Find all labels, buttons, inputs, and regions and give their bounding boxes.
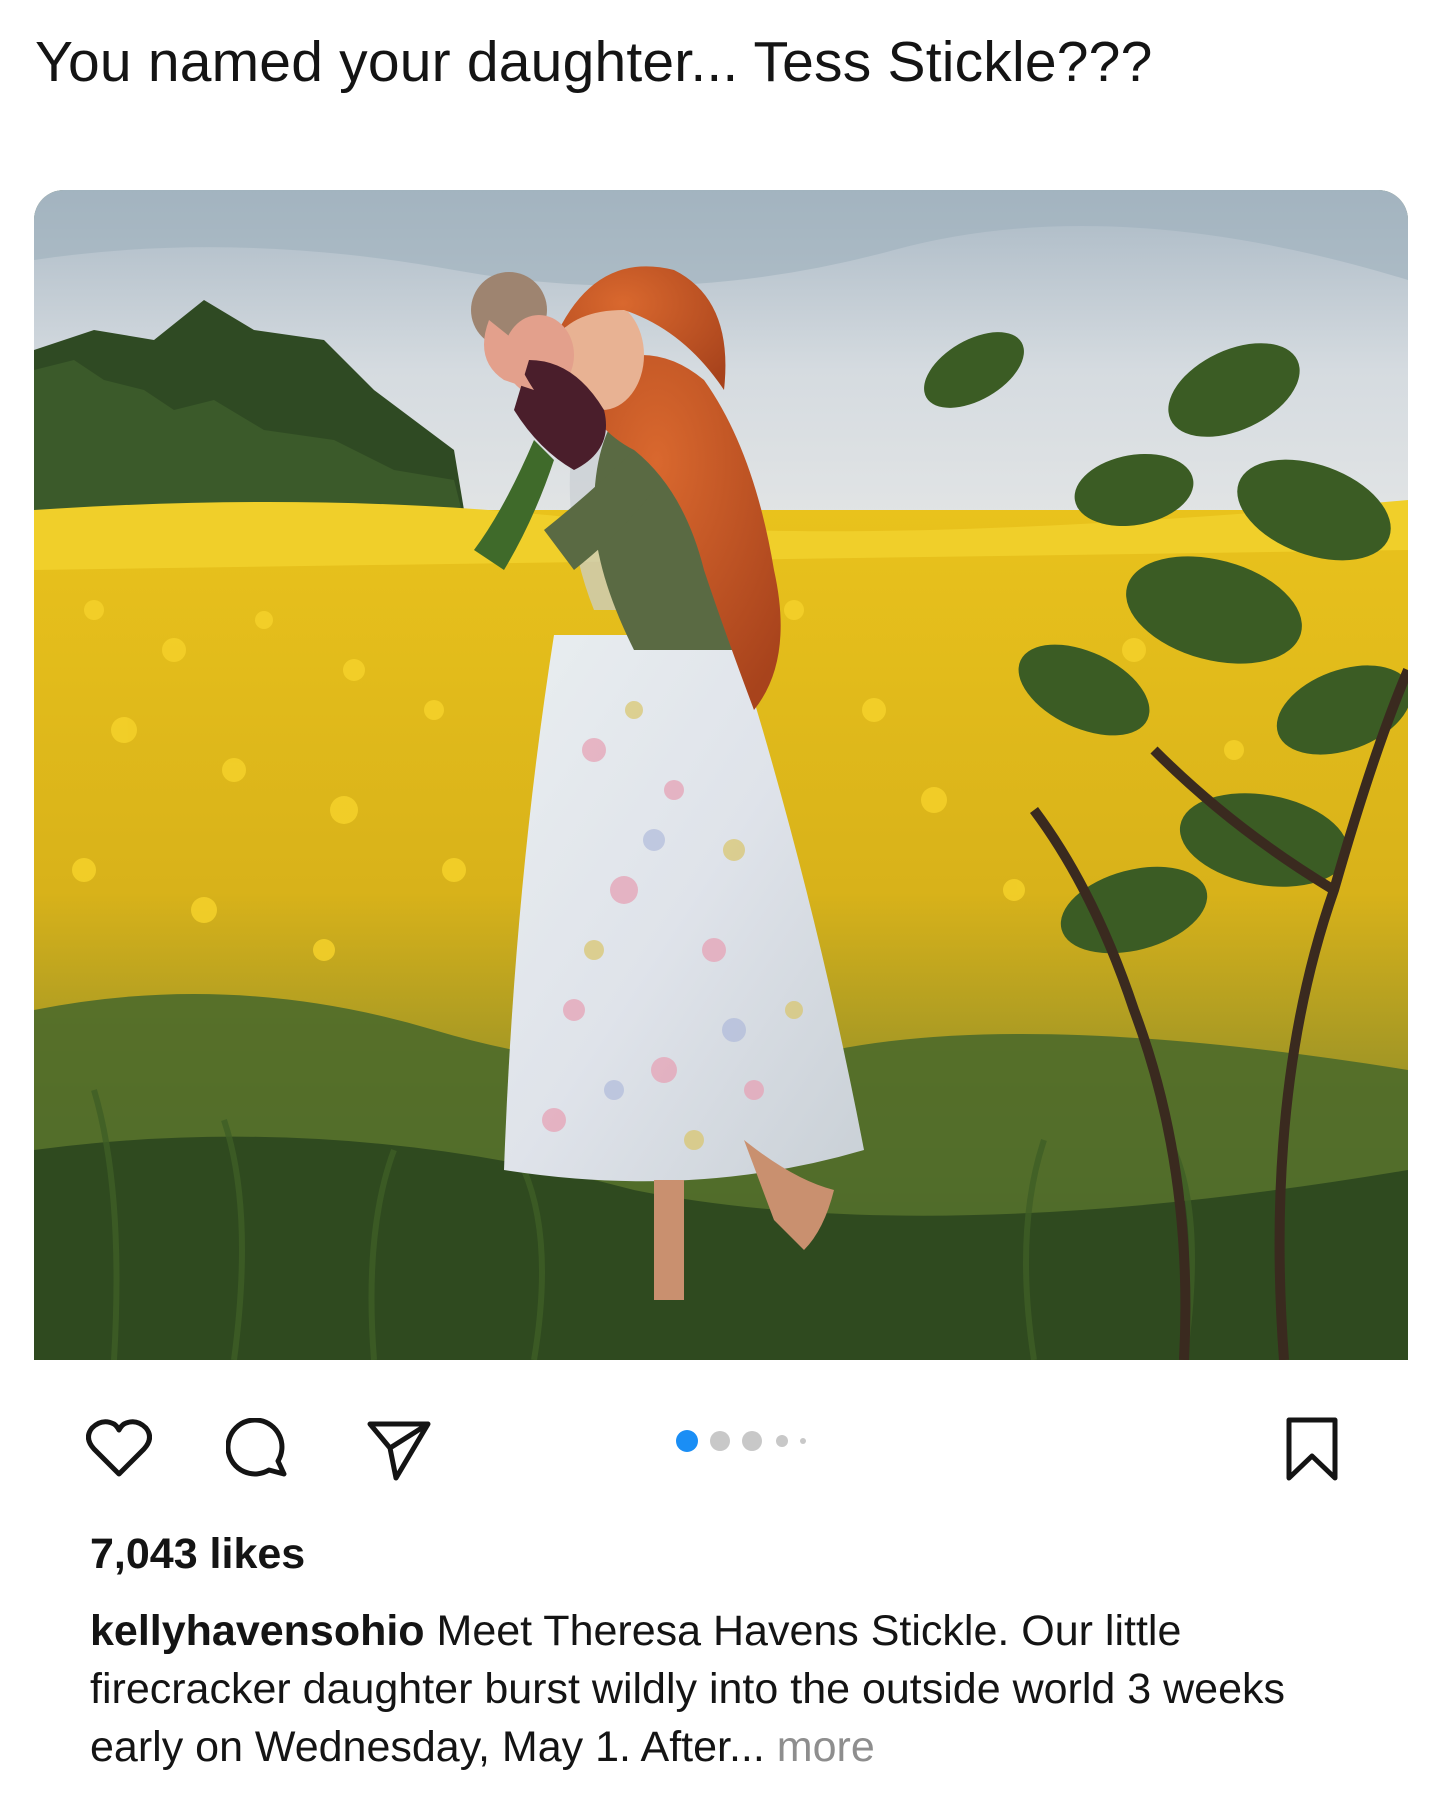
carousel-dot xyxy=(776,1435,788,1447)
headline: You named your daughter... Tess Stickle?… xyxy=(35,30,1153,94)
carousel-dot xyxy=(742,1431,762,1451)
heart-icon[interactable] xyxy=(86,1418,152,1478)
likes-count[interactable]: 7,043 likes xyxy=(90,1530,305,1579)
carousel-dot-active xyxy=(676,1430,698,1452)
carousel-dot xyxy=(710,1431,730,1451)
paper-plane-icon[interactable] xyxy=(366,1418,432,1482)
caption-more-link[interactable]: more xyxy=(777,1723,875,1771)
caption-username[interactable]: kellyhavensohio xyxy=(90,1607,425,1655)
post-caption: kellyhavensohio Meet Theresa Havens Stic… xyxy=(90,1602,1390,1776)
post-photo[interactable] xyxy=(34,190,1408,1360)
photo-illustration xyxy=(34,190,1408,1360)
comment-icon[interactable] xyxy=(226,1418,290,1482)
bookmark-icon[interactable] xyxy=(1283,1416,1341,1484)
carousel-dot xyxy=(800,1438,806,1444)
